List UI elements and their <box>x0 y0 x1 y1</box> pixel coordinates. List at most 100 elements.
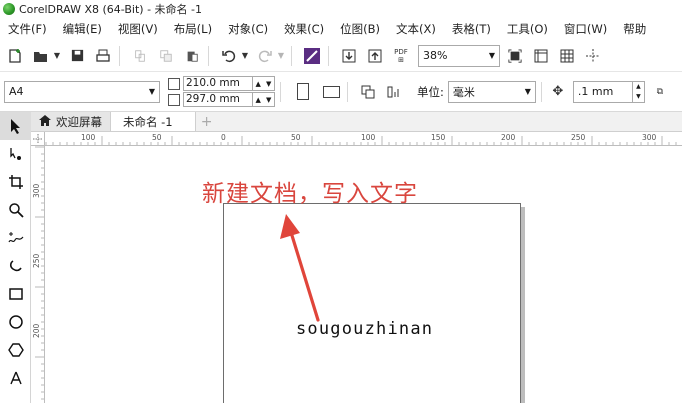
redo-icon[interactable] <box>254 45 276 67</box>
show-grid-icon[interactable] <box>556 45 578 67</box>
menu-table[interactable]: 表格(T) <box>444 18 499 40</box>
hruler-label: 200 <box>501 133 516 142</box>
toolbox <box>0 112 31 403</box>
full-screen-icon[interactable] <box>504 45 526 67</box>
menu-window[interactable]: 窗口(W) <box>556 18 615 40</box>
text-tool-icon[interactable] <box>0 364 31 392</box>
hruler-label: 100 <box>361 133 376 142</box>
all-pages-icon[interactable] <box>357 81 379 103</box>
menu-object[interactable]: 对象(C) <box>220 18 276 40</box>
toolbar-separator <box>347 81 348 102</box>
height-spinner[interactable]: ▲ ▼ <box>253 92 275 107</box>
drawing-canvas[interactable]: 新建文档，写入文字 sougouzhinan <box>46 147 682 403</box>
hruler-label: 50 <box>291 133 301 142</box>
undo-icon[interactable] <box>218 45 240 67</box>
hruler-label: 150 <box>431 133 446 142</box>
save-icon[interactable] <box>66 45 88 67</box>
vruler-label: 200 <box>32 323 41 338</box>
landscape-icon <box>322 85 340 98</box>
page-height-field[interactable]: 297.0 mm <box>183 92 253 107</box>
menu-edit[interactable]: 编辑(E) <box>55 18 110 40</box>
ruler-origin-corner[interactable] <box>31 132 45 146</box>
undo-dropdown-icon[interactable]: ▼ <box>240 45 250 67</box>
menu-effects[interactable]: 效果(C) <box>276 18 332 40</box>
paper-size-select[interactable]: A4 ▼ <box>4 80 160 103</box>
zoom-tool-icon[interactable] <box>0 196 31 224</box>
nudge-spinner[interactable]: ▲ ▼ <box>631 81 644 102</box>
polygon-tool-icon[interactable] <box>0 336 31 364</box>
paste-icon[interactable] <box>181 45 203 67</box>
menu-text[interactable]: 文本(X) <box>388 18 444 40</box>
import-icon[interactable] <box>338 45 360 67</box>
page-dimensions: 210.0 mm ▲ ▼ 297.0 mm ▲ ▼ <box>168 76 275 107</box>
tab-welcome-screen[interactable]: 欢迎屏幕 <box>31 112 110 131</box>
show-rulers-icon[interactable] <box>530 45 552 67</box>
landscape-button[interactable] <box>320 81 342 103</box>
crop-tool-icon[interactable] <box>0 168 31 196</box>
document-text-object[interactable]: sougouzhinan <box>296 319 433 339</box>
hruler-label: 250 <box>571 133 586 142</box>
window-title: CorelDRAW X8 (64-Bit) - 未命名 -1 <box>19 3 203 16</box>
toolbar-separator <box>291 45 292 66</box>
ellipse-tool-icon[interactable] <box>0 308 31 336</box>
page-width-icon <box>168 77 180 90</box>
tab-document[interactable]: 未命名 -1 <box>110 112 196 131</box>
annotation-arrow-icon <box>280 214 320 322</box>
pick-tool-icon[interactable] <box>0 112 31 140</box>
horizontal-ruler[interactable]: 100 50 0 50 100 150 200 250 300 <box>31 132 682 146</box>
freehand-tool-icon[interactable] <box>0 224 31 252</box>
portrait-icon <box>297 83 309 100</box>
menu-bitmaps[interactable]: 位图(B) <box>332 18 388 40</box>
home-icon <box>39 114 51 129</box>
vruler-label: 250 <box>32 253 41 268</box>
tab-document-label: 未命名 -1 <box>123 114 173 129</box>
open-icon[interactable] <box>30 45 52 67</box>
nudge-distance-field[interactable]: .1 mm ▲ ▼ <box>572 80 645 103</box>
redo-dropdown-icon[interactable]: ▼ <box>276 45 286 67</box>
artistic-media-tool-icon[interactable] <box>0 252 31 280</box>
tab-welcome-label: 欢迎屏幕 <box>56 114 102 129</box>
print-icon[interactable] <box>92 45 114 67</box>
document-tab-bar: 欢迎屏幕 未命名 -1 + <box>31 112 682 132</box>
units-select[interactable]: 毫米 ▼ <box>447 80 536 103</box>
menu-view[interactable]: 视图(V) <box>110 18 166 40</box>
hruler-label: 100 <box>81 133 96 142</box>
nudge-distance-value: .1 mm <box>577 85 614 98</box>
new-icon[interactable] <box>4 45 26 67</box>
export-icon[interactable] <box>364 45 386 67</box>
page-width-field[interactable]: 210.0 mm <box>183 76 253 91</box>
units-label: 单位: <box>417 84 444 99</box>
menu-help[interactable]: 帮助 <box>615 18 654 40</box>
property-bar: A4 ▼ 210.0 mm ▲ ▼ 297.0 mm ▲ ▼ 单位: 毫米 ▼ ✥ … <box>0 72 682 112</box>
copy-icon[interactable] <box>155 45 177 67</box>
menu-layout[interactable]: 布局(L) <box>166 18 220 40</box>
menu-bar: 文件(F) 编辑(E) 视图(V) 布局(L) 对象(C) 效果(C) 位图(B… <box>0 18 682 40</box>
menu-tools[interactable]: 工具(O) <box>499 18 556 40</box>
portrait-button[interactable] <box>292 81 314 103</box>
show-guidelines-icon[interactable] <box>582 45 604 67</box>
current-page-icon[interactable] <box>383 81 405 103</box>
zoom-level-select[interactable]: 38% ▼ <box>418 44 500 67</box>
width-spinner[interactable]: ▲ ▼ <box>253 76 275 91</box>
publish-pdf-icon[interactable]: PDF ⊞ <box>390 45 412 67</box>
open-dropdown-icon[interactable]: ▼ <box>52 45 62 67</box>
vruler-label: 300 <box>32 183 41 198</box>
coreldraw-logo-icon <box>3 3 15 15</box>
hruler-label: 0 <box>221 133 226 142</box>
shape-tool-icon[interactable] <box>0 140 31 168</box>
hruler-label: 300 <box>642 133 657 142</box>
toolbar-separator <box>119 45 120 66</box>
search-content-icon[interactable] <box>301 45 323 67</box>
new-tab-button[interactable]: + <box>196 112 218 131</box>
menu-file[interactable]: 文件(F) <box>0 18 55 40</box>
vertical-ruler[interactable]: 300 250 200 <box>31 146 45 403</box>
toolbar-separator <box>280 81 281 102</box>
cut-icon[interactable] <box>129 45 151 67</box>
units-value: 毫米 <box>452 85 475 99</box>
duplicate-distance-icon[interactable]: ⧉ <box>649 81 671 103</box>
pdf-label: PDF <box>394 47 408 56</box>
rectangle-tool-icon[interactable] <box>0 280 31 308</box>
standard-toolbar: ▼ ▼ ▼ PDF ⊞ 38% ▼ <box>0 40 682 72</box>
title-bar: CorelDRAW X8 (64-Bit) - 未命名 -1 <box>0 0 682 18</box>
pdf-file-glyph-icon: ⊞ <box>398 55 404 64</box>
